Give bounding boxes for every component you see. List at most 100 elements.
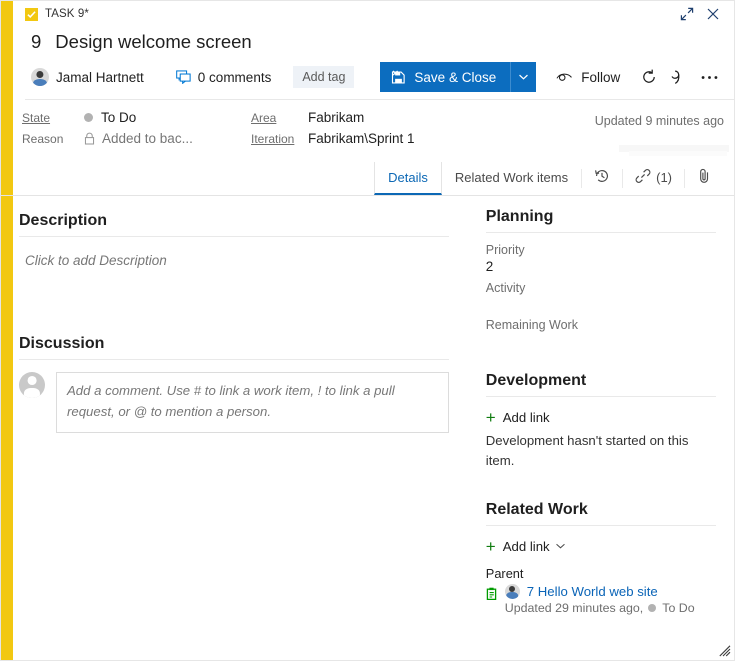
related-item-meta: Updated 29 minutes ago, To Do: [505, 599, 716, 615]
eye-icon: [556, 71, 573, 83]
related-work-add-link-label: Add link: [503, 539, 550, 554]
lock-icon: [84, 132, 95, 145]
attachment-icon: [697, 168, 712, 187]
reason-field-label: Reason: [22, 132, 84, 146]
planning-section: Planning Priority 2 Activity Remaining W…: [480, 208, 724, 354]
discussion-comment-row: Add a comment. Use # to link a work item…: [19, 372, 449, 433]
related-work-heading: Related Work: [486, 501, 716, 525]
assigned-to-field[interactable]: Jamal Hartnett: [31, 68, 144, 86]
details-left-column: Description Click to add Description Dis…: [1, 196, 471, 651]
tab-attachments[interactable]: [685, 162, 724, 195]
discussion-divider: [19, 359, 449, 360]
development-heading: Development: [486, 372, 716, 396]
dialog-titlebar: TASK 9*: [13, 1, 734, 27]
updated-timestamp: Updated 9 minutes ago: [595, 114, 724, 128]
planning-heading: Planning: [486, 208, 716, 232]
work-item-toolbar: Jamal Hartnett 0 comments Add tag: [13, 59, 734, 99]
work-item-dialog: TASK 9* 9 Design welcome screen: [0, 0, 735, 661]
related-item-link[interactable]: 7 Hello World web site: [527, 584, 658, 599]
priority-value[interactable]: 2: [486, 259, 716, 280]
work-item-id: 9: [31, 31, 41, 53]
description-divider: [19, 236, 449, 237]
add-tag-button[interactable]: Add tag: [293, 66, 354, 88]
close-icon[interactable]: [700, 2, 726, 26]
description-heading: Description: [19, 208, 449, 236]
dialog-header: TASK 9* 9 Design welcome screen: [1, 1, 734, 100]
work-item-title-row: 9 Design welcome screen: [13, 27, 734, 59]
save-and-close-button[interactable]: Save & Close: [380, 62, 510, 92]
related-work-section: Related Work + Add link Parent: [480, 471, 724, 615]
discussion-heading: Discussion: [19, 301, 449, 359]
links-count-label: (1): [656, 170, 672, 185]
save-options-chevron-down-icon[interactable]: [510, 62, 536, 92]
fields-horizontal-scrollbar-thumb[interactable]: [629, 151, 727, 156]
plus-icon: +: [486, 409, 496, 426]
save-and-close-label: Save & Close: [414, 70, 496, 85]
related-item-title-row: 7 Hello World web site: [505, 584, 716, 599]
tab-strip: Details Related Work items (1): [1, 162, 734, 196]
resize-grip[interactable]: [718, 644, 731, 657]
comments-link[interactable]: 0 comments: [176, 70, 272, 85]
avatar: [19, 372, 45, 398]
expand-icon[interactable]: [674, 2, 700, 26]
reason-field-value: Added to bac...: [84, 131, 251, 146]
description-placeholder: Click to add Description: [19, 249, 449, 272]
save-icon: [391, 70, 406, 85]
follow-label: Follow: [581, 70, 620, 85]
assigned-to-name: Jamal Hartnett: [56, 70, 144, 85]
comment-input[interactable]: Add a comment. Use # to link a work item…: [56, 372, 449, 433]
tab-details[interactable]: Details: [374, 162, 442, 195]
avatar: [31, 68, 49, 86]
state-dot-icon: [84, 113, 93, 122]
development-add-link-label: Add link: [503, 410, 550, 425]
related-work-group-label: Parent: [486, 560, 716, 584]
iteration-field-value[interactable]: Fabrikam\Sprint 1: [308, 131, 734, 146]
follow-button[interactable]: Follow: [556, 70, 620, 85]
planning-divider: [486, 232, 716, 233]
related-item-main: 7 Hello World web site Updated 29 minute…: [505, 584, 716, 615]
plus-icon: +: [486, 538, 496, 555]
work-item-fields: State To Do Area Fabrikam Reason Added t…: [1, 100, 734, 162]
activity-value[interactable]: [486, 297, 716, 317]
development-section: Development + Add link Development hasn'…: [480, 354, 724, 471]
save-button-group: Save & Close: [380, 62, 536, 92]
tab-history[interactable]: [582, 162, 622, 195]
description-editor[interactable]: Click to add Description: [19, 249, 449, 301]
state-dot-icon: [648, 604, 656, 612]
list-item[interactable]: 7 Hello World web site Updated 29 minute…: [486, 584, 716, 615]
link-icon: [635, 168, 651, 187]
work-item-type-label: TASK 9*: [45, 8, 89, 20]
comment-icon: [176, 70, 191, 84]
development-empty-note: Development hasn't started on this item.: [486, 431, 716, 471]
area-field-label: Area: [251, 111, 308, 125]
comments-count-label: 0 comments: [198, 70, 272, 85]
user-story-icon: [486, 587, 499, 600]
related-work-add-link-button[interactable]: + Add link: [486, 535, 716, 560]
related-item-state: To Do: [662, 601, 694, 615]
chevron-down-icon: [556, 541, 565, 552]
tab-related-work-items[interactable]: Related Work items: [442, 162, 581, 195]
development-divider: [486, 396, 716, 397]
work-item-title-input[interactable]: Design welcome screen: [55, 31, 251, 53]
activity-label: Activity: [486, 280, 716, 297]
remaining-work-value[interactable]: [486, 334, 716, 354]
task-check-icon: [25, 8, 38, 21]
avatar: [505, 584, 520, 599]
related-work-divider: [486, 525, 716, 526]
tab-links[interactable]: (1): [623, 162, 684, 195]
priority-label: Priority: [486, 242, 716, 259]
state-field-value[interactable]: To Do: [84, 110, 251, 125]
revert-icon[interactable]: [664, 62, 694, 92]
more-actions-icon[interactable]: [694, 62, 724, 92]
development-add-link-button[interactable]: + Add link: [486, 406, 716, 431]
refresh-icon[interactable]: [634, 62, 664, 92]
state-value-text: To Do: [101, 110, 136, 125]
related-item-updated: Updated 29 minutes ago,: [505, 601, 643, 615]
history-icon: [594, 168, 610, 187]
work-item-body: Description Click to add Description Dis…: [1, 196, 734, 651]
details-right-column: Planning Priority 2 Activity Remaining W…: [471, 196, 734, 651]
reason-value-text: Added to bac...: [102, 131, 193, 146]
comment-placeholder: Add a comment. Use # to link a work item…: [67, 383, 395, 419]
state-field-label: State: [22, 111, 84, 125]
iteration-field-label: Iteration: [251, 132, 308, 146]
